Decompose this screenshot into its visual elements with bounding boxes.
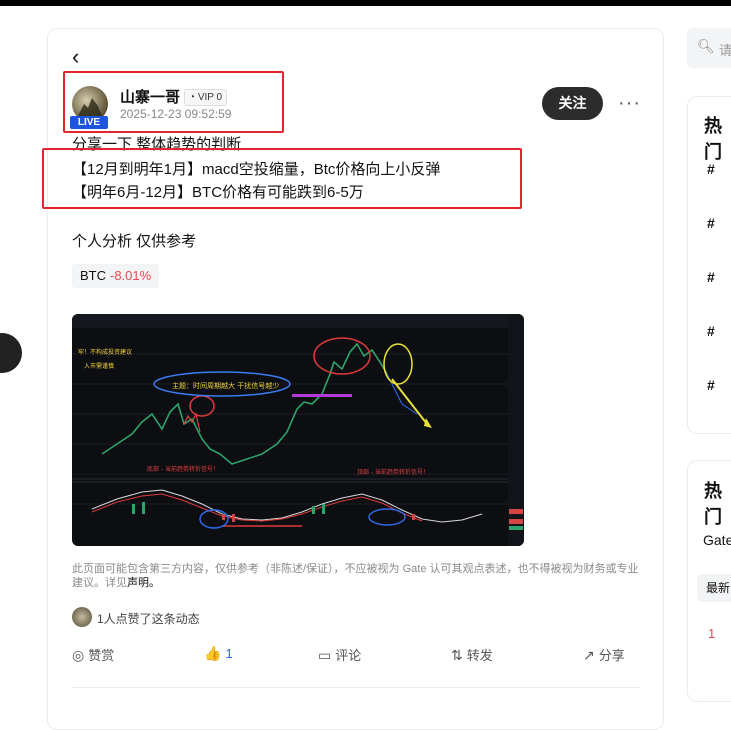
reward-icon: ◎ [72,647,85,663]
follow-button[interactable]: 关注 [542,87,603,120]
highlight-box-author [63,71,284,133]
search-icon: 🔍︎ [697,38,715,54]
top-bar [0,0,731,6]
comment-label: 评论 [335,648,362,663]
chart-image[interactable]: 主题：时间周期越大 干扰信号越少 牢！不构成投资建议 入市需谨慎 底部 - 当前… [72,314,524,546]
disclaimer-link[interactable]: 声明。 [127,577,160,589]
reward-button[interactable]: ◎ 赞赏 [72,645,114,664]
liker-avatar[interactable] [72,607,92,627]
tab-gate[interactable]: Gate [703,532,731,548]
sidebar-title: 热门 [704,481,722,527]
share-icon: ↗ [583,647,595,663]
share-label: 分享 [598,648,625,663]
share-button[interactable]: ↗ 分享 [583,645,625,664]
tab-latest[interactable]: 最新 [697,574,731,602]
hash-icon[interactable]: # [707,377,715,393]
sidebar-search[interactable]: 🔍︎ 请 [687,28,731,68]
hash-icon[interactable]: # [707,161,715,177]
chart-annotation: 底部 - 当前趋势转折信号！ [147,465,219,473]
rank-number: 1 [708,626,716,641]
left-scroll-button[interactable] [0,333,22,373]
chart-annotation: 主题：时间周期越大 干扰信号越少 [172,381,279,390]
more-options-icon[interactable]: ··· [618,92,641,115]
sidebar-title: 热门 [704,116,722,162]
reward-label: 赞赏 [88,648,115,663]
back-arrow-icon[interactable]: ‹ [72,46,79,68]
search-placeholder: 请 [719,43,731,58]
comment-button[interactable]: ▭ 评论 [318,645,361,664]
coin-symbol: BTC [80,268,106,283]
repost-icon: ⇅ [451,647,463,663]
chart-annotation: 牢！不构成投资建议 [78,348,132,356]
repost-button[interactable]: ⇅ 转发 [451,645,493,664]
thumbs-up-icon: 👍 [204,645,222,661]
like-count: 1 [225,646,233,661]
highlight-box-text [42,148,522,209]
like-button[interactable]: 👍 1 [204,645,233,662]
chart-annotation: 顶部 - 当前趋势转折信号！ [357,468,429,476]
coin-change: -8.01% [110,268,152,283]
comment-icon: ▭ [318,647,332,663]
hash-icon[interactable]: # [707,215,715,231]
coin-tag[interactable]: BTC -8.01% [72,264,160,288]
post-text-line: 个人分析 仅供参考 [72,233,197,250]
hash-icon[interactable]: # [707,269,715,285]
liked-by-text[interactable]: 1人点赞了这条动态 [97,610,200,627]
repost-label: 转发 [466,648,493,663]
hash-icon[interactable]: # [707,323,715,339]
disclaimer: 此页面可能包含第三方内容，仅供参考（非陈述/保证），不应被视为 Gate 认可其… [72,562,642,590]
chart-annotation: 入市需谨慎 [84,362,114,370]
divider [72,687,640,688]
